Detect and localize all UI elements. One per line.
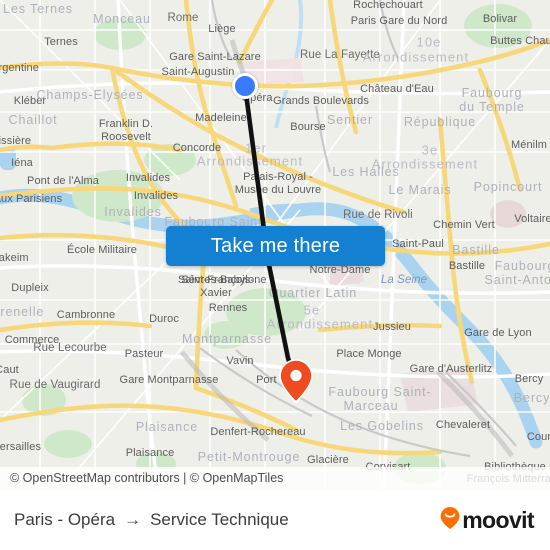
trip-summary: Paris - Opéra → Service Technique	[14, 510, 289, 530]
map-attribution: © OpenStreetMap contributors | © OpenMap…	[0, 467, 550, 490]
trip-origin: Paris - Opéra	[14, 510, 116, 529]
moovit-pin-icon	[439, 506, 461, 535]
footer-bar: Paris - Opéra → Service Technique moovit	[0, 490, 550, 550]
destination-marker[interactable]	[279, 359, 313, 408]
trip-destination: Service Technique	[150, 510, 289, 529]
take-me-there-button[interactable]: Take me there	[166, 226, 385, 266]
map-canvas[interactable]: Les Ternes Monceau Rome Liège Rochechouart Pa…	[0, 0, 550, 490]
arrow-right-icon: →	[124, 510, 142, 529]
origin-marker[interactable]	[232, 73, 258, 99]
moovit-trip-map-screen: Les Ternes Monceau Rome Liège Rochechouart Pa…	[0, 0, 550, 550]
moovit-wordmark: moovit	[462, 506, 534, 533]
moovit-logo[interactable]: moovit	[439, 506, 535, 535]
